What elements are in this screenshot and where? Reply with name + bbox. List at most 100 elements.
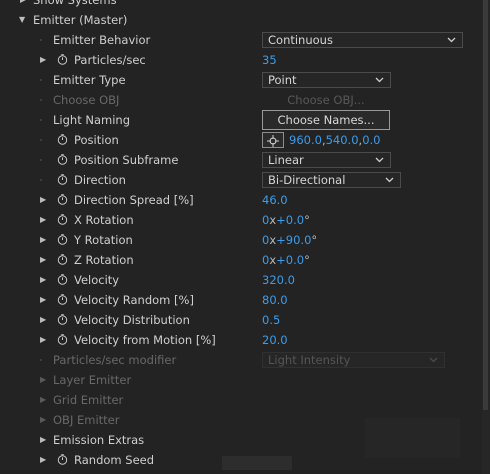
- velocity-random-value[interactable]: 80.0: [262, 290, 288, 310]
- z-rotation-row: ▶ Z Rotation 0x+0.0°: [0, 250, 480, 270]
- tree-dot: [40, 79, 42, 81]
- stopwatch-icon[interactable]: [57, 314, 68, 325]
- velocity-distribution-value[interactable]: 0.5: [262, 310, 280, 330]
- tree-dot: [40, 119, 42, 121]
- choose-obj-button: Choose OBJ...: [262, 90, 390, 110]
- choose-obj-label: Choose OBJ: [53, 93, 120, 107]
- chevron-down-icon: [429, 357, 438, 363]
- choose-obj-row: Choose OBJ Choose OBJ...: [0, 90, 480, 110]
- stopwatch-icon[interactable]: [57, 334, 68, 345]
- tree-dot: [40, 139, 42, 141]
- grid-emitter-row[interactable]: ▶ Grid Emitter: [0, 390, 480, 410]
- triangle-right-icon[interactable]: ▶: [40, 250, 46, 270]
- direction-spread-row: ▶ Direction Spread [%] 46.0: [0, 190, 480, 210]
- scrollbar-thumb[interactable]: [483, 0, 488, 410]
- degrees-value[interactable]: +0.0: [276, 253, 304, 267]
- triangle-right-icon[interactable]: ▶: [40, 270, 46, 290]
- tree-dot: [40, 99, 42, 101]
- triangle-right-icon[interactable]: ▶: [40, 450, 46, 470]
- position-subframe-row: Position Subframe Linear: [0, 150, 480, 170]
- triangle-down-icon[interactable]: ▼: [19, 10, 25, 30]
- velocity-random-row: ▶ Velocity Random [%] 80.0: [0, 290, 480, 310]
- choose-names-button[interactable]: Choose Names...: [262, 110, 390, 130]
- degrees-value[interactable]: +90.0: [276, 233, 311, 247]
- velocity-label: Velocity: [74, 273, 120, 287]
- tree-dot: [40, 179, 42, 181]
- triangle-right-icon[interactable]: ▶: [40, 230, 46, 250]
- stopwatch-icon[interactable]: [57, 174, 68, 185]
- show-systems-row[interactable]: ▶ Show Systems: [0, 0, 480, 10]
- velocity-value[interactable]: 320.0: [262, 270, 295, 290]
- velocity-random-label: Velocity Random [%]: [74, 293, 194, 307]
- choose-obj-button-text: Choose OBJ...: [287, 93, 365, 107]
- velocity-distribution-row: ▶ Velocity Distribution 0.5: [0, 310, 480, 330]
- triangle-right-icon[interactable]: ▶: [40, 50, 46, 70]
- position-z-value[interactable]: 0.0: [362, 133, 380, 147]
- direction-dropdown[interactable]: Bi-Directional: [262, 172, 401, 188]
- position-subframe-value: Linear: [268, 153, 304, 167]
- choose-names-button-text: Choose Names...: [277, 113, 375, 127]
- emission-extras-label: Emission Extras: [53, 433, 145, 447]
- stopwatch-icon[interactable]: [57, 134, 68, 145]
- random-seed-label: Random Seed: [74, 453, 155, 467]
- triangle-right-icon[interactable]: ▶: [40, 430, 46, 450]
- position-y-value[interactable]: 540.0: [326, 133, 359, 147]
- degrees-value[interactable]: +0.0: [276, 213, 304, 227]
- triangle-right-icon[interactable]: ▶: [40, 310, 46, 330]
- stopwatch-icon[interactable]: [57, 214, 68, 225]
- direction-spread-label: Direction Spread [%]: [74, 193, 194, 207]
- scrollbar[interactable]: [482, 0, 490, 474]
- particles-sec-row: ▶ Particles/sec 35: [0, 50, 480, 70]
- redraw-artifact: [222, 456, 292, 470]
- tree-dot: [40, 39, 42, 41]
- velocity-from-motion-row: ▶ Velocity from Motion [%] 20.0: [0, 330, 480, 350]
- stopwatch-icon[interactable]: [57, 234, 68, 245]
- tree-dot: [40, 359, 42, 361]
- stopwatch-icon[interactable]: [57, 274, 68, 285]
- particles-sec-value[interactable]: 35: [262, 50, 277, 70]
- stopwatch-icon[interactable]: [57, 54, 68, 65]
- direction-value: Bi-Directional: [268, 173, 346, 187]
- triangle-right-icon[interactable]: ▶: [40, 330, 46, 350]
- layer-emitter-row[interactable]: ▶ Layer Emitter: [0, 370, 480, 390]
- position-subframe-dropdown[interactable]: Linear: [262, 152, 391, 168]
- crosshair-icon: [267, 135, 279, 147]
- light-naming-label: Light Naming: [53, 113, 130, 127]
- emitter-behavior-row: Emitter Behavior Continuous: [0, 30, 480, 50]
- triangle-right-icon[interactable]: ▶: [40, 410, 46, 430]
- particles-sec-modifier-label: Particles/sec modifier: [53, 353, 177, 367]
- show-systems-label: Show Systems: [33, 0, 117, 7]
- x-rotation-row: ▶ X Rotation 0x+0.0°: [0, 210, 480, 230]
- emitter-master-group[interactable]: ▼ Emitter (Master): [0, 10, 480, 30]
- emitter-master-label: Emitter (Master): [33, 13, 128, 27]
- position-target-button[interactable]: [262, 132, 284, 148]
- emitter-behavior-value: Continuous: [268, 33, 333, 47]
- emitter-type-dropdown[interactable]: Point: [262, 72, 391, 88]
- triangle-right-icon[interactable]: ▶: [40, 390, 46, 410]
- stopwatch-icon[interactable]: [57, 254, 68, 265]
- triangle-right-icon[interactable]: ▶: [40, 210, 46, 230]
- emitter-type-label: Emitter Type: [53, 73, 126, 87]
- chevron-down-icon: [375, 77, 384, 83]
- position-x-value[interactable]: 960.0: [289, 133, 322, 147]
- chevron-down-icon: [385, 177, 394, 183]
- z-rotation-label: Z Rotation: [74, 253, 134, 267]
- stopwatch-icon[interactable]: [57, 454, 68, 465]
- emitter-type-value: Point: [268, 73, 297, 87]
- degree-unit: °: [311, 233, 318, 247]
- velocity-from-motion-value[interactable]: 20.0: [262, 330, 288, 350]
- stopwatch-icon[interactable]: [57, 154, 68, 165]
- direction-spread-value[interactable]: 46.0: [262, 190, 288, 210]
- emitter-behavior-dropdown[interactable]: Continuous: [262, 32, 463, 48]
- stopwatch-icon[interactable]: [57, 194, 68, 205]
- y-rotation-value: 0x+90.0°: [262, 230, 317, 250]
- grid-emitter-label: Grid Emitter: [53, 393, 124, 407]
- emitter-type-row: Emitter Type Point: [0, 70, 480, 90]
- triangle-right-icon[interactable]: ▶: [40, 370, 46, 390]
- stopwatch-icon[interactable]: [57, 294, 68, 305]
- triangle-right-icon[interactable]: ▶: [20, 0, 26, 10]
- particles-sec-modifier-value: Light Intensity: [268, 353, 351, 367]
- triangle-right-icon[interactable]: ▶: [40, 290, 46, 310]
- triangle-right-icon[interactable]: ▶: [40, 190, 46, 210]
- particles-sec-label: Particles/sec: [74, 53, 146, 67]
